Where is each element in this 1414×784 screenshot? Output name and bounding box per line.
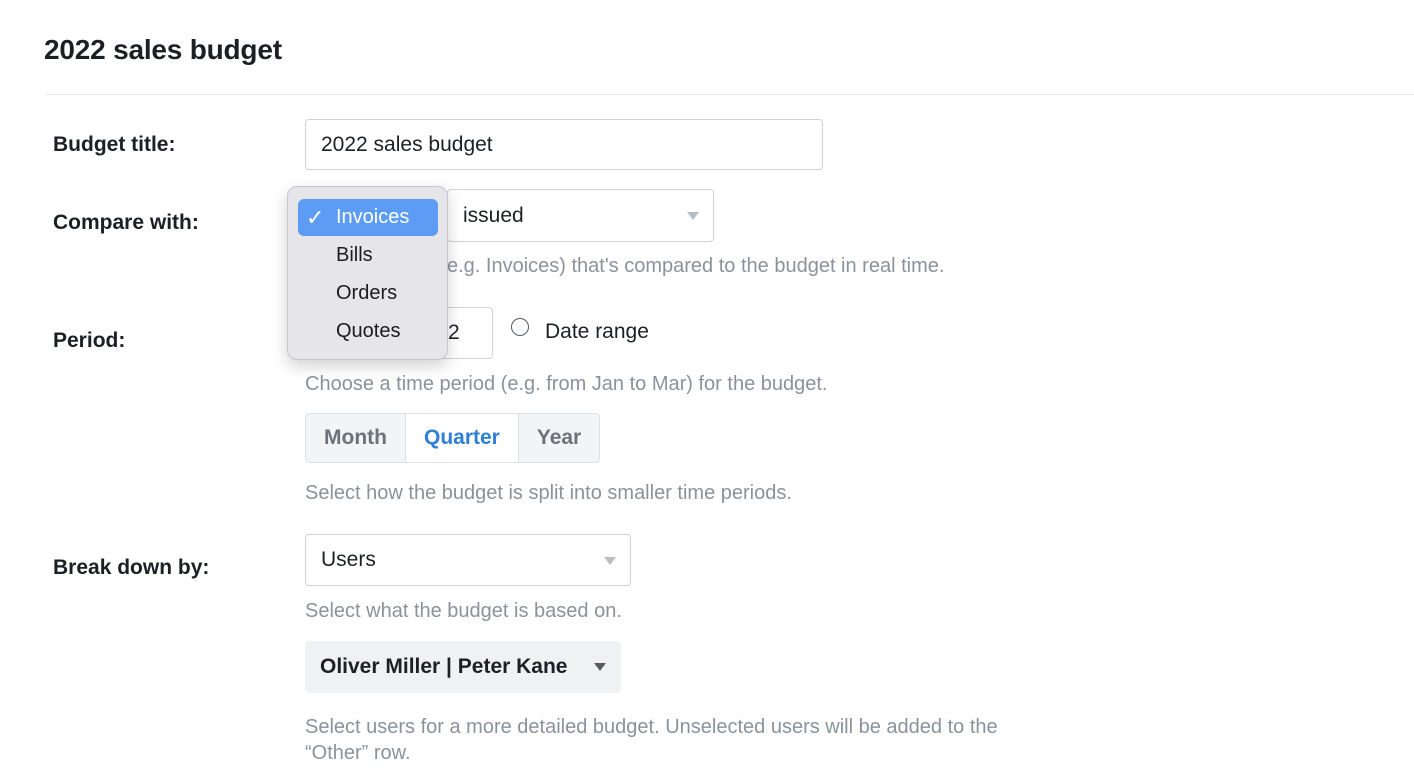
menu-option-label: Orders	[336, 282, 398, 304]
break-down-select[interactable]: Users	[305, 534, 631, 586]
menu-option-quotes[interactable]: Quotes	[298, 313, 438, 350]
period-help-text: Choose a time period (e.g. from Jan to M…	[305, 373, 828, 395]
break-down-by-label: Break down by:	[53, 556, 210, 579]
chevron-down-icon	[687, 212, 699, 220]
break-down-value: Users	[321, 548, 376, 571]
chevron-down-icon	[604, 557, 616, 565]
checkmark-icon: ✓	[306, 205, 325, 230]
users-multiselect[interactable]: Oliver Miller | Peter Kane	[305, 641, 621, 693]
users-help-text: Select users for a more detailed budget.…	[305, 716, 998, 764]
header-divider	[46, 94, 1414, 95]
document-status-value: issued	[463, 204, 524, 227]
chevron-down-icon	[594, 663, 606, 671]
menu-option-orders[interactable]: Orders	[298, 275, 438, 312]
period-split-toggle: Month Quarter Year	[305, 413, 601, 463]
page-title: 2022 sales budget	[44, 34, 282, 65]
break-down-help-text: Select what the budget is based on.	[305, 600, 622, 622]
compare-with-label: Compare with:	[53, 211, 199, 234]
menu-option-bills[interactable]: Bills	[298, 237, 438, 274]
menu-option-invoices[interactable]: ✓ Invoices	[298, 199, 438, 236]
period-label: Period:	[53, 329, 126, 352]
document-status-select[interactable]: issued	[447, 189, 714, 242]
budget-title-label: Budget title:	[53, 133, 176, 156]
split-month-button[interactable]: Month	[306, 414, 406, 462]
compare-type-dropdown-menu: ✓ Invoices Bills Orders Quotes	[287, 186, 448, 360]
date-range-radio[interactable]	[511, 318, 529, 336]
budget-title-input[interactable]: 2022 sales budget	[305, 119, 823, 170]
split-quarter-button[interactable]: Quarter	[405, 414, 519, 462]
split-year-button[interactable]: Year	[519, 414, 599, 462]
compare-help-text: e.g. Invoices) that's compared to the bu…	[447, 255, 945, 277]
menu-option-label: Invoices	[336, 206, 410, 228]
selected-users-value: Oliver Miller | Peter Kane	[320, 655, 568, 678]
menu-option-label: Quotes	[336, 320, 401, 342]
date-range-label[interactable]: Date range	[545, 320, 649, 344]
split-help-text: Select how the budget is split into smal…	[305, 482, 792, 504]
menu-option-label: Bills	[336, 244, 373, 266]
